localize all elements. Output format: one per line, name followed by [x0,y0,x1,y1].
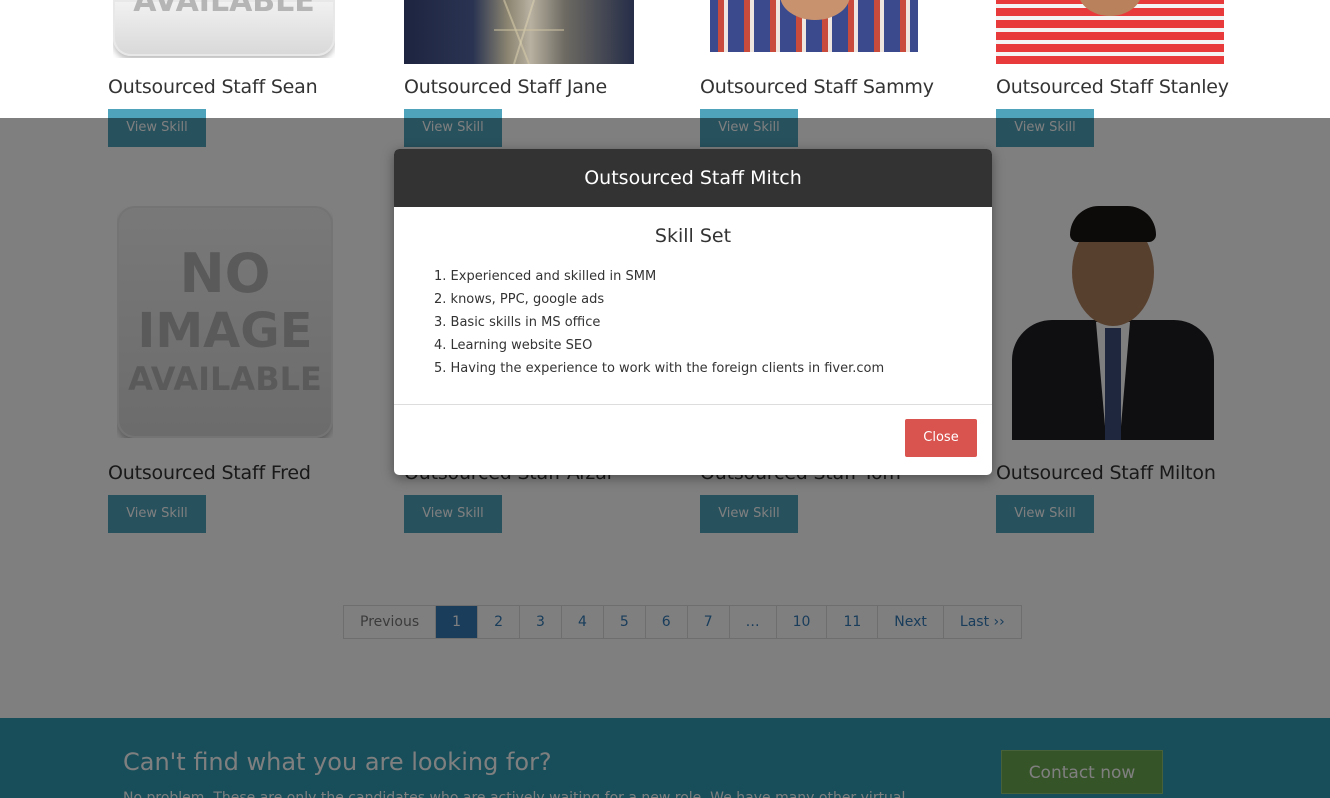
face [1078,0,1142,16]
skill-item: 4. Learning website SEO [434,338,593,353]
skill-item: 3. Basic skills in MS office [434,315,601,330]
skill-item: 2. knows, PPC, google ads [434,292,605,307]
modal-title: Outsourced Staff Mitch [394,149,992,207]
staff-name-jane: Outsourced Staff Jane [404,76,607,98]
staff-photo-stanley [996,0,1224,64]
skill-list: 1. Experienced and skilled in SMM 2. kno… [414,265,972,380]
staff-photo-jane [404,0,634,64]
modal-body: Skill Set 1. Experienced and skilled in … [394,207,992,405]
modal-subtitle: Skill Set [654,225,732,247]
staff-photo-sammy [700,0,930,64]
no-image-text: AVAILABLE [133,0,315,19]
skill-item: 1. Experienced and skilled in SMM [434,269,657,284]
skill-modal: Outsourced Staff Mitch Skill Set 1. Expe… [394,149,992,475]
close-button[interactable]: Close [905,419,977,457]
staff-name-sammy: Outsourced Staff Sammy [700,76,934,98]
staff-name-sean: Outsourced Staff Sean [108,76,318,98]
skill-item: 5. Having the experience to work with th… [434,361,885,376]
scarf-pattern [494,0,564,64]
staff-name-stanley: Outsourced Staff Stanley [996,76,1229,98]
staff-photo-sean: AVAILABLE [113,0,335,58]
